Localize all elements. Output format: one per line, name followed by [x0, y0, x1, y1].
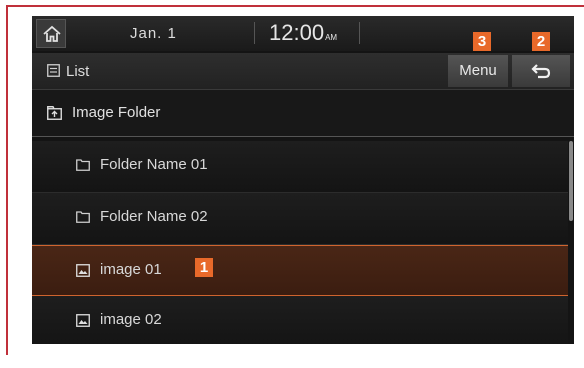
list-scrollbar[interactable]	[569, 141, 573, 221]
status-bar: Jan. 1 12:00AM	[32, 16, 574, 51]
home-icon	[43, 25, 61, 42]
list-icon	[47, 64, 60, 77]
menu-button[interactable]: Menu	[448, 55, 508, 87]
frame-border-top	[6, 5, 584, 7]
current-folder-header[interactable]: Image Folder	[32, 90, 574, 137]
list-item[interactable]: Folder Name 02	[32, 193, 568, 245]
back-arrow-icon	[531, 64, 551, 79]
list-item[interactable]: Folder Name 01	[32, 141, 568, 193]
callout-3: 3	[473, 32, 491, 51]
folder-icon	[76, 211, 90, 223]
status-time: 12:00AM	[269, 20, 337, 46]
title-bar: List Menu	[32, 53, 574, 90]
callout-1: 1	[195, 258, 213, 277]
back-button[interactable]	[512, 55, 570, 87]
image-icon	[76, 264, 90, 277]
image-icon	[76, 314, 90, 327]
page-title: List	[66, 63, 90, 80]
frame-border-left	[6, 5, 8, 355]
home-button[interactable]	[36, 19, 66, 48]
list-item[interactable]: image 02	[32, 296, 568, 344]
status-date: Jan. 1	[130, 25, 177, 42]
status-divider	[254, 22, 255, 44]
list-item-label: Folder Name 02	[100, 208, 208, 225]
list-item-selected[interactable]: image 01	[32, 245, 568, 296]
list-item-label: Folder Name 01	[100, 156, 208, 173]
list-item-label: image 02	[100, 311, 162, 328]
status-divider	[359, 22, 360, 44]
folder-icon	[76, 159, 90, 171]
list-item-label: image 01	[100, 261, 162, 278]
clock-time: 12:00	[269, 20, 325, 45]
head-unit-screen: Jan. 1 12:00AM List Menu Image Folder Fo…	[32, 16, 574, 344]
callout-2: 2	[532, 32, 550, 51]
clock-ampm: AM	[325, 33, 338, 42]
current-folder-label: Image Folder	[72, 104, 161, 121]
folder-up-icon	[47, 106, 62, 120]
file-list: Folder Name 01 Folder Name 02 image 01 i…	[32, 141, 568, 344]
